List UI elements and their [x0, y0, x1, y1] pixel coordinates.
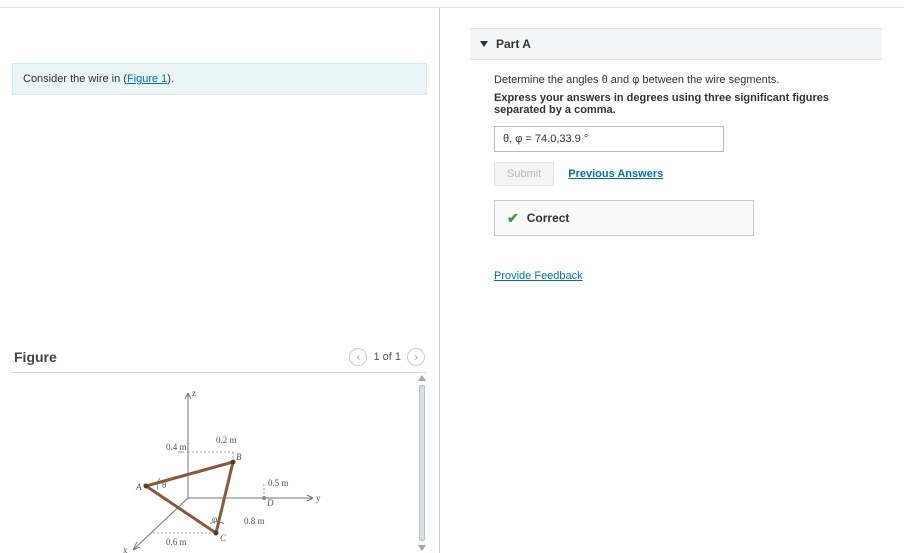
collapse-icon[interactable]	[480, 41, 488, 47]
instruction-prefix: Consider the wire in (	[23, 73, 127, 85]
correct-feedback: ✔ Correct	[494, 200, 754, 236]
pt-d: D	[266, 498, 274, 508]
axis-z-label: z	[192, 388, 196, 398]
figure-scrollbar[interactable]	[417, 373, 427, 553]
part-title: Part A	[496, 37, 531, 51]
part-header[interactable]: Part A	[470, 28, 882, 60]
axis-x-label: x	[123, 545, 128, 553]
answer-instruction: Express your answers in degrees using th…	[494, 92, 882, 116]
check-icon: ✔	[507, 211, 519, 225]
figure-nav-text: 1 of 1	[373, 351, 401, 363]
previous-answers-link[interactable]: Previous Answers	[568, 168, 663, 180]
axis-y-label: y	[316, 493, 321, 503]
figure-header: Figure ‹ 1 of 1 ›	[12, 342, 427, 373]
scroll-thumb[interactable]	[419, 385, 425, 541]
answer-value: 74.0,33.9	[535, 133, 581, 145]
figure-next-button[interactable]: ›	[407, 348, 425, 366]
instruction-suffix: ).	[167, 73, 174, 85]
figure-link[interactable]: Figure 1	[127, 73, 167, 85]
answer-unit: °	[581, 133, 588, 145]
dim-04: 0.4 m	[166, 442, 187, 452]
dim-05: 0.5 m	[268, 478, 289, 488]
dim-02: 0.2 m	[216, 435, 237, 445]
answer-label: θ, φ =	[503, 133, 535, 145]
provide-feedback-link[interactable]: Provide Feedback	[494, 270, 583, 282]
instruction-box: Consider the wire in (Figure 1).	[12, 63, 427, 95]
theta-label: θ	[162, 480, 166, 490]
pt-b: B	[236, 452, 242, 462]
pt-a: A	[135, 482, 142, 492]
correct-label: Correct	[527, 211, 570, 225]
dim-06: 0.6 m	[166, 537, 187, 547]
figure-title: Figure	[14, 349, 57, 365]
scroll-up-icon[interactable]	[418, 375, 426, 381]
phi-label: φ	[212, 514, 217, 524]
pt-c: C	[220, 533, 227, 543]
figure-image: z y x	[12, 373, 413, 553]
submit-button: Submit	[494, 162, 554, 186]
figure-prev-button[interactable]: ‹	[349, 348, 367, 366]
answer-display: θ, φ = 74.0,33.9 °	[494, 126, 724, 152]
dim-08: 0.8 m	[244, 516, 265, 526]
scroll-down-icon[interactable]	[418, 545, 426, 551]
question-prompt: Determine the angles θ and φ between the…	[494, 74, 882, 86]
